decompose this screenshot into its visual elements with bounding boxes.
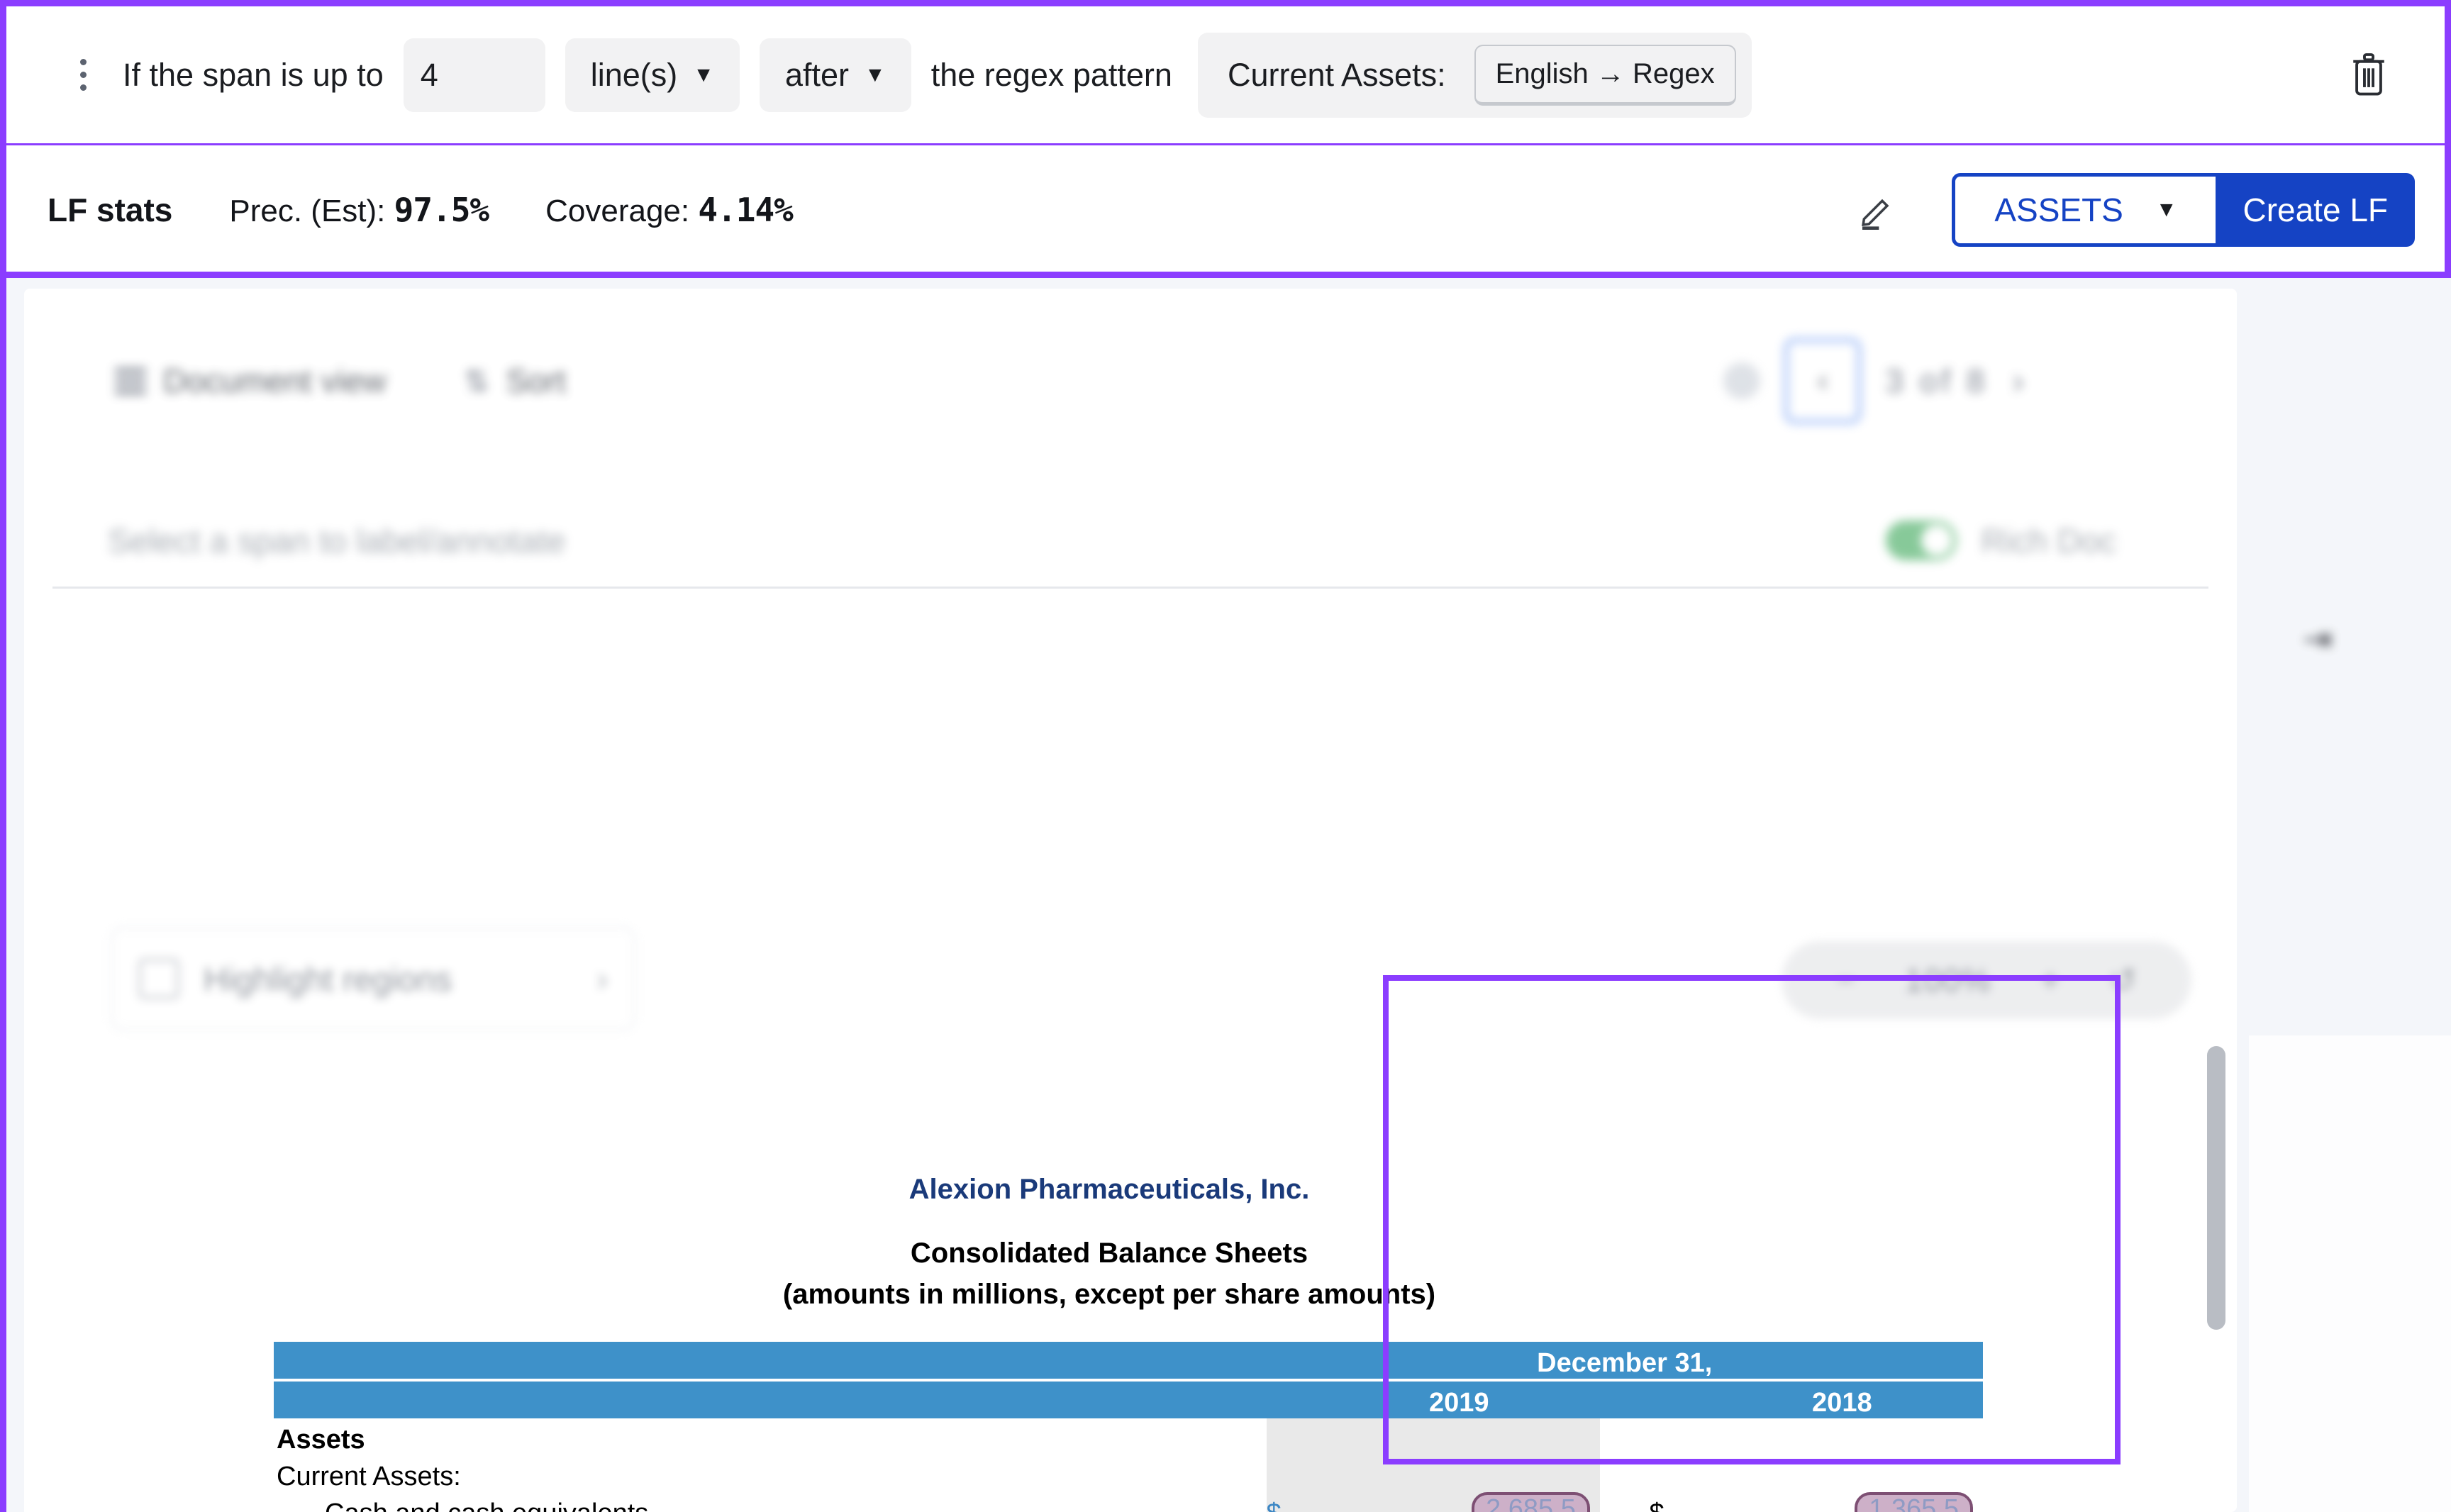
regex-pattern-value: Current Assets:: [1227, 56, 1446, 93]
currency-symbol-2019: $: [1266, 1492, 1328, 1512]
lf-builder-screen: Document view ⇅ Sort ‹ 3 of 8 › Select a…: [0, 0, 2451, 1512]
lf-editor-frame-left-edge: [0, 278, 6, 1512]
rich-doc-label: Rich Doc: [1981, 521, 2116, 560]
toolbar-divider: [52, 587, 2208, 589]
rotate-reset-icon[interactable]: ↺: [2109, 961, 2137, 999]
lf-stats-title: LF stats: [48, 191, 173, 228]
document-workspace: Document view ⇅ Sort ‹ 3 of 8 › Select a…: [6, 278, 2451, 1512]
span-length-input[interactable]: 4: [403, 38, 545, 112]
chevron-down-icon: ▼: [865, 62, 886, 87]
rich-doc-toggle[interactable]: [1886, 521, 1957, 560]
page-navigation: ‹ 3 of 8 ›: [1723, 338, 2024, 423]
header-blank-cell: [274, 1342, 1205, 1379]
highlighted-span[interactable]: 1,365.5: [1855, 1492, 1973, 1512]
rule-mid-text: the regex pattern: [930, 56, 1172, 93]
zoom-controls: − 100% + ↺: [1782, 941, 2191, 1019]
zoom-out-button[interactable]: −: [1836, 961, 1855, 999]
coverage-label: Coverage:: [545, 193, 690, 228]
lf-rule-builder: If the span is up to 4 line(s) ▼ after ▼…: [6, 6, 2445, 145]
label-and-create-group: ASSETS ▼ Create LF: [1952, 172, 2415, 247]
header-period: December 31,: [1266, 1342, 1983, 1379]
subsection-heading: Current Assets:: [277, 1462, 461, 1491]
collapse-panel-icon[interactable]: ⇥: [2303, 618, 2333, 660]
pencil-icon[interactable]: [1847, 179, 1908, 240]
highlighted-span[interactable]: 2,685.5: [1472, 1492, 1590, 1512]
info-icon[interactable]: [1723, 362, 1761, 399]
rich-doc-control: Rich Doc: [1886, 521, 2116, 560]
english-to-regex-button[interactable]: English → Regex: [1474, 44, 1736, 106]
span-annotate-row: Select a span to label/annotate Rich Doc: [24, 498, 2237, 583]
document-toolbar: Document view ⇅ Sort ‹ 3 of 8 ›: [24, 338, 2237, 423]
table-row: Cash and cash equivalents $2,685.5 $1,365.…: [274, 1492, 1983, 1512]
trash-icon[interactable]: [2337, 40, 2401, 111]
highlight-regions-button[interactable]: Highlight regions ›: [111, 927, 635, 1030]
sort-label: Sort: [506, 362, 567, 399]
coverage-stat: Coverage: 4.14%: [545, 190, 794, 229]
span-length-value: 4: [420, 56, 438, 93]
table-header-period-row: December 31,: [274, 1342, 1983, 1379]
value-2019: 2,685.5: [1328, 1492, 1600, 1512]
value-2018: 1,365.5: [1711, 1492, 1983, 1512]
chevron-right-icon: ›: [596, 960, 608, 997]
unit-dropdown-label: line(s): [590, 56, 678, 93]
label-class-value: ASSETS: [1994, 191, 2123, 228]
company-name: Alexion Pharmaceuticals, Inc.: [908, 1174, 1310, 1205]
document-scrollbar-thumb[interactable]: [2207, 1046, 2225, 1330]
balance-sheet-table-wrap: December 31, 2019 2018 Assets Current Assets…: [274, 1342, 1983, 1512]
sort-icon: ⇅: [464, 364, 489, 398]
precision-label: Prec. (Est):: [229, 193, 386, 228]
row-label: Cash and cash equivalents: [274, 1492, 1204, 1512]
section-heading: Assets: [277, 1425, 365, 1455]
rule-prefix-text: If the span is up to: [123, 56, 384, 93]
page-prev-label: ‹: [1817, 363, 1828, 398]
page-indicator: 3 of 8: [1885, 362, 1988, 400]
table-row: Assets: [274, 1418, 1983, 1455]
highlight-regions-label: Highlight regions: [204, 960, 452, 998]
precision-stat: Prec. (Est): 97.5%: [229, 191, 489, 229]
chevron-down-icon: ▼: [2155, 197, 2177, 221]
document-panel: Document view ⇅ Sort ‹ 3 of 8 › Select a…: [24, 289, 2237, 1512]
list-icon: [115, 367, 146, 394]
label-class-dropdown[interactable]: ASSETS ▼: [1952, 172, 2216, 247]
pdf-page: Alexion Pharmaceuticals, Inc. Consolidat…: [24, 1046, 2194, 1512]
statement-title-line2: (amounts in millions, except per share a…: [782, 1279, 1436, 1310]
header-year-2018: 2018: [1711, 1382, 1983, 1418]
highlight-regions-checkbox[interactable]: [138, 958, 179, 999]
sort-button[interactable]: ⇅ Sort: [464, 362, 566, 400]
zoom-in-button[interactable]: +: [2041, 961, 2060, 999]
direction-dropdown-label: after: [784, 56, 850, 93]
create-lf-button[interactable]: Create LF: [2216, 172, 2415, 247]
document-view-button[interactable]: Document view: [115, 362, 386, 400]
kebab-menu-icon[interactable]: [53, 45, 113, 105]
balance-sheet-table: December 31, 2019 2018 Assets Current Assets…: [274, 1342, 1983, 1512]
currency-symbol-2018: $: [1650, 1492, 1711, 1512]
lf-stats-bar: LF stats Prec. (Est): 97.5% Coverage: 4.…: [6, 148, 2445, 272]
page-current: 3: [1885, 362, 1907, 399]
table-row: Current Assets:: [274, 1455, 1983, 1492]
table-header-year-row: 2019 2018: [274, 1382, 1983, 1418]
statement-title: Consolidated Balance Sheets (amounts in …: [24, 1233, 2194, 1315]
precision-value: 97.5%: [394, 190, 489, 229]
toggle-knob: [1921, 525, 1953, 556]
statement-title-line1: Consolidated Balance Sheets: [910, 1238, 1308, 1269]
coverage-value: 4.14%: [698, 190, 793, 229]
page-next-button[interactable]: ›: [2012, 360, 2024, 401]
right-rail-panel: [2249, 1035, 2451, 1512]
page-total: 8: [1966, 362, 1989, 399]
zoom-level-label: 100%: [1904, 962, 1991, 999]
page-prev-button[interactable]: ‹: [1784, 338, 1862, 423]
page-of: of: [1919, 362, 1954, 399]
header-year-2019: 2019: [1328, 1382, 1600, 1418]
direction-dropdown[interactable]: after ▼: [759, 38, 911, 112]
chevron-down-icon: ▼: [693, 62, 714, 87]
document-view-label: Document view: [163, 362, 387, 399]
unit-dropdown[interactable]: line(s) ▼: [565, 38, 740, 112]
regex-pattern-field[interactable]: Current Assets: English → Regex: [1197, 32, 1752, 118]
span-hint-text: Select a span to label/annotate: [108, 521, 566, 560]
